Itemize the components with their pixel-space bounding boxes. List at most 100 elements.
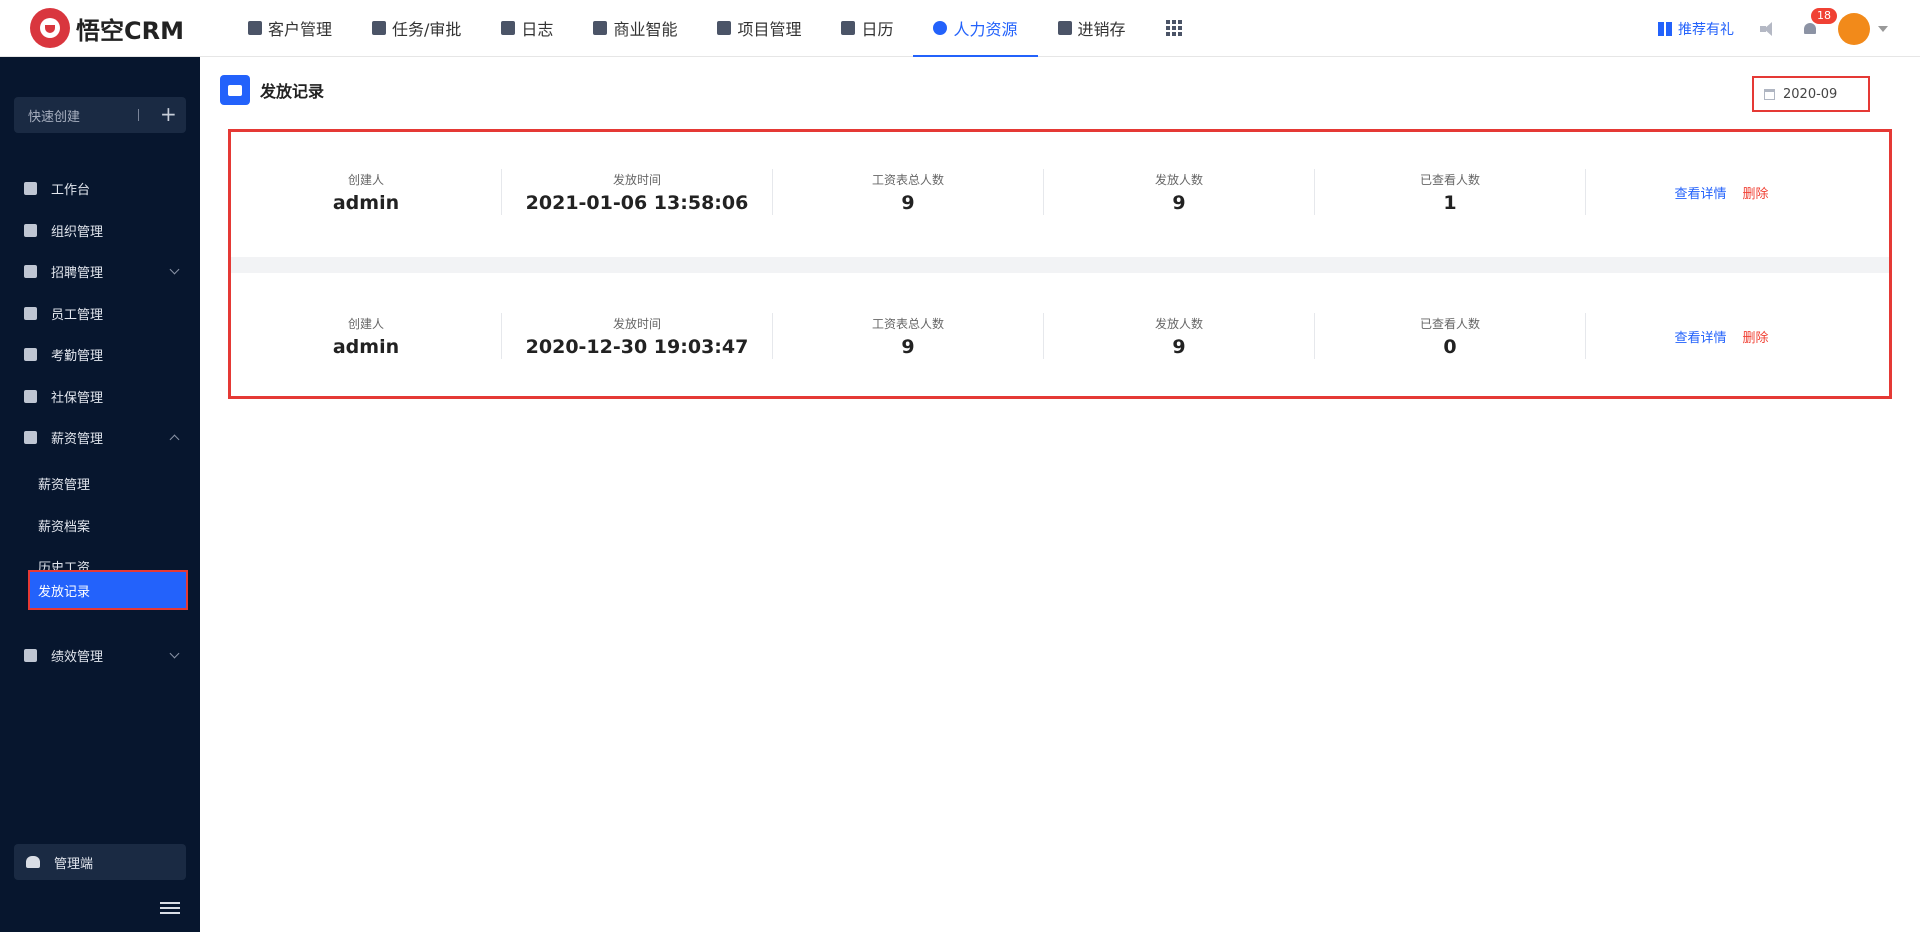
user-avatar[interactable] xyxy=(1838,12,1870,45)
payout-time-value: 2021-01-06 13:58:06 xyxy=(525,191,749,214)
record-actions: 查看详情 删除 xyxy=(1586,183,1857,202)
chevron-down-icon xyxy=(169,648,180,659)
main-content: 发放记录 2020-09 创建人 admin 发放时间 2021-01-06 13:… xyxy=(200,57,1920,932)
header-actions: 推荐有礼 18 xyxy=(1658,0,1920,57)
delete-link[interactable]: 删除 xyxy=(1743,327,1769,346)
nav-task-approval[interactable]: 任务/审批 xyxy=(352,0,481,57)
total-count-cell: 工资表总人数 9 xyxy=(773,313,1044,359)
shield-icon xyxy=(24,389,37,403)
admin-console-label: 管理端 xyxy=(54,856,94,872)
nav-label: 人力资源 xyxy=(953,20,1018,39)
column-label: 已查看人数 xyxy=(1419,316,1480,331)
cube-icon xyxy=(593,21,608,35)
collapse-sidebar-icon[interactable] xyxy=(160,902,180,916)
wallet-icon xyxy=(220,75,250,105)
notification-badge: 18 xyxy=(1811,7,1837,24)
column-label: 工资表总人数 xyxy=(871,172,944,187)
month-picker-value: 2020-09 xyxy=(1783,86,1838,102)
chevron-down-icon xyxy=(169,264,180,275)
total-count-value: 9 xyxy=(901,335,915,358)
sidebar-item-attendance[interactable]: 考勤管理 xyxy=(0,335,200,373)
viewed-count-value: 0 xyxy=(1443,335,1457,358)
column-label: 工资表总人数 xyxy=(871,316,944,331)
nav-label: 客户管理 xyxy=(268,20,333,39)
page-title: 发放记录 xyxy=(260,82,325,101)
creator-value: admin xyxy=(332,335,400,358)
chevron-down-icon[interactable] xyxy=(1878,25,1888,32)
viewed-count-cell: 已查看人数 1 xyxy=(1315,169,1586,215)
page-header: 发放记录 xyxy=(220,75,324,105)
payout-time-cell: 发放时间 2020-12-30 19:03:47 xyxy=(502,313,773,359)
chevron-up-icon xyxy=(169,434,180,445)
nav-customer[interactable]: 客户管理 xyxy=(228,0,352,57)
plus-icon[interactable]: + xyxy=(160,103,177,125)
column-label: 发放人数 xyxy=(1154,316,1203,331)
sidebar-subitem-label: 发放记录 xyxy=(38,584,91,600)
sidebar-subitem-label: 薪资管理 xyxy=(38,477,91,493)
view-detail-link[interactable]: 查看详情 xyxy=(1674,327,1726,346)
nav-label: 日志 xyxy=(521,20,554,39)
nav-log[interactable]: 日志 xyxy=(481,0,573,57)
column-label: 发放人数 xyxy=(1154,172,1203,187)
issued-count-cell: 发放人数 9 xyxy=(1044,313,1315,359)
nav-label: 日历 xyxy=(861,20,894,39)
sidebar-subitem-salary-archive[interactable]: 薪资档案 xyxy=(0,507,200,543)
payout-time-cell: 发放时间 2021-01-06 13:58:06 xyxy=(502,169,773,215)
speaker-icon[interactable] xyxy=(1760,21,1776,37)
brand-name: 悟空CRM xyxy=(76,16,184,45)
total-count-cell: 工资表总人数 9 xyxy=(773,169,1044,215)
issued-count-value: 9 xyxy=(1172,191,1186,214)
nav-hr[interactable]: 人力资源 xyxy=(913,0,1038,57)
sidebar-item-label: 绩效管理 xyxy=(51,649,104,665)
calendar-icon xyxy=(841,21,856,35)
referral-gift-link[interactable]: 推荐有礼 xyxy=(1658,19,1734,39)
truck-icon xyxy=(1057,21,1072,35)
sidebar-subitem-payout-records[interactable]: 发放记录 xyxy=(28,570,188,610)
quick-create-label: 快速创建 xyxy=(28,109,81,125)
view-detail-link[interactable]: 查看详情 xyxy=(1674,183,1726,202)
nav-more-apps[interactable] xyxy=(1146,0,1202,57)
quick-create-button[interactable]: 快速创建 + xyxy=(14,97,186,133)
briefcase-icon xyxy=(372,21,387,35)
payout-record-list: 创建人 admin 发放时间 2021-01-06 13:58:06 工资表总人数 9… xyxy=(228,129,1892,399)
main-nav: 客户管理 任务/审批 日志 商业智能 项目管理 日历 人力资源 进销存 xyxy=(228,0,1202,57)
bar-chart-icon xyxy=(24,648,37,662)
sidebar-item-salary[interactable]: 薪资管理 xyxy=(0,418,200,456)
nav-project[interactable]: 项目管理 xyxy=(697,0,821,57)
monkey-logo-icon xyxy=(30,8,70,48)
notification-bell[interactable]: 18 xyxy=(1802,7,1837,37)
document-icon xyxy=(501,21,516,35)
column-label: 发放时间 xyxy=(612,172,661,187)
sidebar-subitem-salary-manage[interactable]: 薪资管理 xyxy=(0,465,200,501)
issued-count-cell: 发放人数 9 xyxy=(1044,169,1315,215)
bell-icon xyxy=(1804,22,1816,34)
sidebar-item-employees[interactable]: 员工管理 xyxy=(0,294,200,332)
month-picker[interactable]: 2020-09 xyxy=(1752,76,1870,112)
delete-link[interactable]: 删除 xyxy=(1743,183,1769,202)
sidebar-item-recruitment[interactable]: 招聘管理 xyxy=(0,252,200,290)
row-separator xyxy=(231,257,1889,273)
admin-console-button[interactable]: 管理端 xyxy=(14,844,186,880)
nav-inventory[interactable]: 进销存 xyxy=(1038,0,1146,57)
column-label: 已查看人数 xyxy=(1419,172,1480,187)
monitor-icon xyxy=(24,181,37,195)
sidebar-item-performance[interactable]: 绩效管理 xyxy=(0,636,200,674)
building-icon xyxy=(248,21,262,35)
creator-cell: 创建人 admin xyxy=(231,169,502,215)
creator-cell: 创建人 admin xyxy=(231,313,502,359)
sidebar-subitem-label: 薪资档案 xyxy=(38,519,91,535)
nav-label: 任务/审批 xyxy=(392,20,462,39)
nav-calendar[interactable]: 日历 xyxy=(821,0,913,57)
nav-bi[interactable]: 商业智能 xyxy=(573,0,697,57)
calendar-icon xyxy=(1764,88,1775,100)
person-icon xyxy=(24,306,37,320)
brand-logo[interactable]: 悟空CRM xyxy=(30,8,200,48)
sidebar-item-social-security[interactable]: 社保管理 xyxy=(0,377,200,415)
list-icon xyxy=(717,21,732,35)
record-row: 创建人 admin 发放时间 2021-01-06 13:58:06 工资表总人数 9… xyxy=(231,132,1889,252)
sidebar-item-label: 薪资管理 xyxy=(51,431,104,447)
sidebar-item-organization[interactable]: 组织管理 xyxy=(0,211,200,249)
sidebar-item-workbench[interactable]: 工作台 xyxy=(0,169,200,207)
issued-count-value: 9 xyxy=(1172,335,1186,358)
column-label: 创建人 xyxy=(347,172,384,187)
